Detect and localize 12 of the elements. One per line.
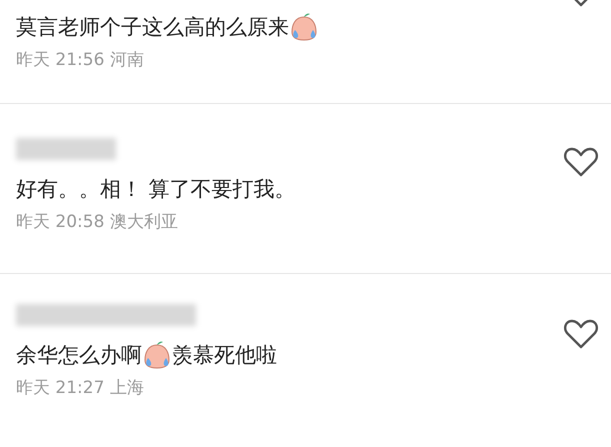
comment-location: 河南 (110, 50, 144, 70)
comment-location: 澳大利亚 (110, 212, 178, 232)
comment-time: 昨天 20:58 (16, 212, 104, 232)
comment-text: 羡慕死他啦 (172, 342, 277, 369)
comment-time: 昨天 21:27 (16, 378, 104, 398)
emoji-icon (142, 340, 172, 370)
comment-location: 上海 (110, 378, 144, 398)
comment-text: 好有。。相！ 算了不要打我。 (16, 176, 296, 203)
emoji-icon (289, 12, 319, 42)
comment-text: 余华怎么办啊 (16, 342, 142, 369)
comment-text: 莫言老师个子这么高的么原来 (16, 14, 289, 41)
comment-time: 昨天 21:56 (16, 50, 104, 70)
